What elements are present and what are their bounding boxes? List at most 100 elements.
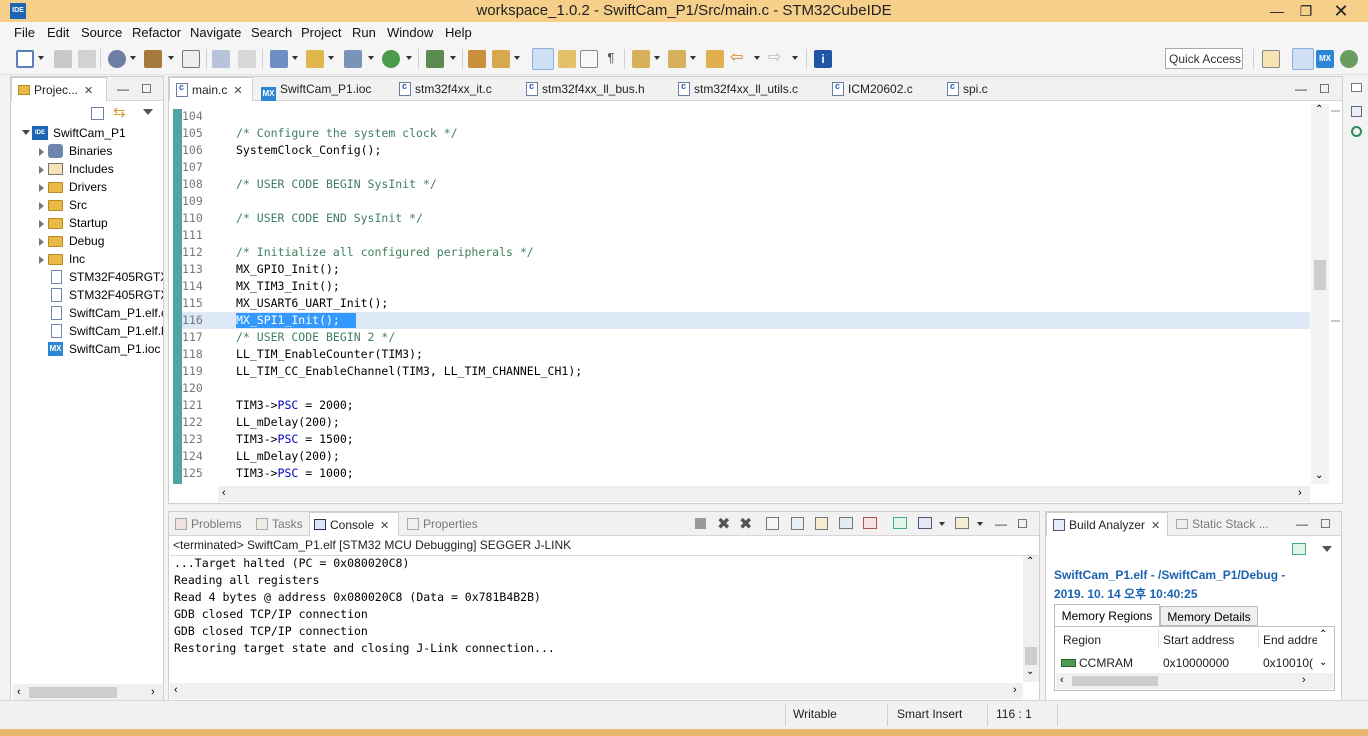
new-project-icon[interactable] [270,50,288,68]
new-source-dropdown-icon[interactable] [368,56,374,60]
close-button[interactable]: ✕ [1318,1,1364,21]
tree-item[interactable]: STM32F405RGTX [11,269,163,287]
tree-item[interactable]: SwiftCam_P1.elf.l [11,323,163,341]
restore-button[interactable]: ❐ [1291,1,1321,21]
scroll-right-icon[interactable]: › [1298,487,1302,499]
code-line[interactable]: MX_SPI1_Init(); [236,312,340,329]
open-type-icon[interactable] [306,50,324,68]
minimize-icon[interactable]: — [995,517,1007,531]
run-icon[interactable] [426,50,444,68]
minimize-icon[interactable]: — [117,82,129,96]
menu-help[interactable]: Help [445,25,472,40]
link-editor-icon[interactable]: ⇆ [113,105,126,120]
menu-edit[interactable]: Edit [47,25,69,40]
tab-main-c[interactable]: main.c ✕ [169,77,253,101]
debug-dropdown-icon[interactable] [406,56,412,60]
code-line[interactable]: MX_USART6_UART_Init(); [236,295,388,312]
terminate-icon[interactable] [695,518,706,529]
scroll-up-icon[interactable]: ⌃ [1315,104,1323,115]
info-icon[interactable]: i [814,50,832,68]
column-region[interactable]: Region [1063,633,1101,647]
editor-h-scrollbar[interactable]: ‹ › [218,486,1310,502]
scroll-down-icon[interactable]: ⌄ [1315,470,1323,481]
next-annotation-icon[interactable] [632,50,650,68]
tree-item[interactable]: Debug [11,233,163,251]
tab-problems[interactable]: Problems [175,512,242,536]
prev-annotation-icon[interactable] [668,50,686,68]
scroll-right-icon[interactable]: › [151,686,155,698]
close-tab-icon[interactable]: ✕ [380,520,389,532]
maximize-icon[interactable]: ☐ [141,82,152,96]
scroll-left-icon[interactable]: ‹ [1060,674,1064,686]
menu-window[interactable]: Window [387,25,433,40]
maximize-icon[interactable]: ☐ [1017,517,1028,531]
code-line[interactable]: TIM3->PSC = 2000; [236,397,354,414]
outline-icon[interactable] [1351,106,1362,117]
tab-tasks[interactable]: Tasks [256,512,303,536]
scroll-up-icon[interactable]: ⌃ [1026,556,1034,567]
expand-arrow-icon[interactable] [39,220,44,228]
save-all-icon[interactable] [78,50,96,68]
code-line[interactable]: TIM3->PSC = 1000; [236,465,354,482]
scroll-down-icon[interactable]: ⌄ [1319,657,1327,668]
overview-marker[interactable] [1331,320,1340,322]
tree-item[interactable]: Binaries [11,143,163,161]
save-icon[interactable] [54,50,72,68]
tree-project-row[interactable]: IDE SwiftCam_P1 [11,125,163,143]
close-tab-icon[interactable]: ✕ [84,85,93,97]
back-icon[interactable]: ⇦ [730,50,748,68]
scroll-thumb[interactable] [29,687,117,698]
display-console-dropdown-icon[interactable] [939,522,945,526]
debug-icon[interactable] [382,50,400,68]
expand-arrow-icon[interactable] [39,202,44,210]
expand-arrow-icon[interactable] [39,148,44,156]
view-menu-icon[interactable] [1322,546,1332,552]
back-dropdown-icon[interactable] [754,56,760,60]
build-hammer-icon[interactable] [144,50,162,68]
scroll-thumb[interactable] [1025,647,1037,665]
tree-item[interactable]: Includes [11,161,163,179]
tab-static-stack[interactable]: Static Stack ... [1176,512,1269,536]
forward-dropdown-icon[interactable] [792,56,798,60]
console-h-scrollbar[interactable]: ‹ › [170,683,1023,699]
skip-breakpoints-icon[interactable] [212,50,230,68]
mx-perspective-icon[interactable]: MX [1316,50,1334,68]
scroll-left-icon[interactable]: ‹ [174,684,178,696]
view-menu-icon[interactable] [143,109,153,115]
code-line[interactable]: /* Configure the system clock */ [236,125,458,142]
menu-search[interactable]: Search [251,25,292,40]
minimize-icon[interactable]: — [1295,82,1307,96]
close-tab-icon[interactable]: ✕ [233,85,242,97]
restore-view-icon[interactable] [1351,83,1362,92]
tree-item[interactable]: MX SwiftCam_P1.ioc [11,341,163,359]
scroll-thumb[interactable] [1072,676,1158,686]
table-row[interactable]: CCMRAM [1061,656,1133,670]
show-on-error-icon[interactable] [863,517,877,529]
new-dropdown-icon[interactable] [38,56,44,60]
menu-project[interactable]: Project [301,25,341,40]
scroll-lock-icon[interactable] [791,517,804,530]
code-line[interactable]: SystemClock_Config(); [236,142,381,159]
scroll-down-icon[interactable]: ⌄ [1026,666,1034,677]
prev-annotation-dropdown-icon[interactable] [690,56,696,60]
highlight-toggle-icon[interactable] [532,48,554,70]
tree-item[interactable]: Startup [11,215,163,233]
menu-source[interactable]: Source [81,25,122,40]
tab-memory-regions[interactable]: Memory Regions [1054,604,1160,626]
display-console-icon[interactable] [918,517,932,529]
open-type-dropdown-icon[interactable] [328,56,334,60]
device-config-icon[interactable] [182,50,200,68]
console-v-scrollbar[interactable]: ⌃ ⌄ [1023,556,1039,682]
scroll-thumb[interactable] [1314,260,1326,290]
close-tab-icon[interactable]: ✕ [1151,520,1160,532]
overview-marker[interactable] [1331,110,1340,112]
code-line[interactable]: /* USER CODE BEGIN SysInit */ [236,176,437,193]
build-dropdown-icon[interactable] [168,56,174,60]
external-tools-icon[interactable] [468,50,486,68]
build-targets-icon[interactable] [1351,126,1362,137]
pin-console-icon[interactable] [893,517,907,529]
tab-icm20602-c[interactable]: ICM20602.c [832,77,913,101]
tab-properties[interactable]: Properties [407,512,478,536]
last-edit-icon[interactable] [706,50,724,68]
search-tools-icon[interactable] [492,50,510,68]
